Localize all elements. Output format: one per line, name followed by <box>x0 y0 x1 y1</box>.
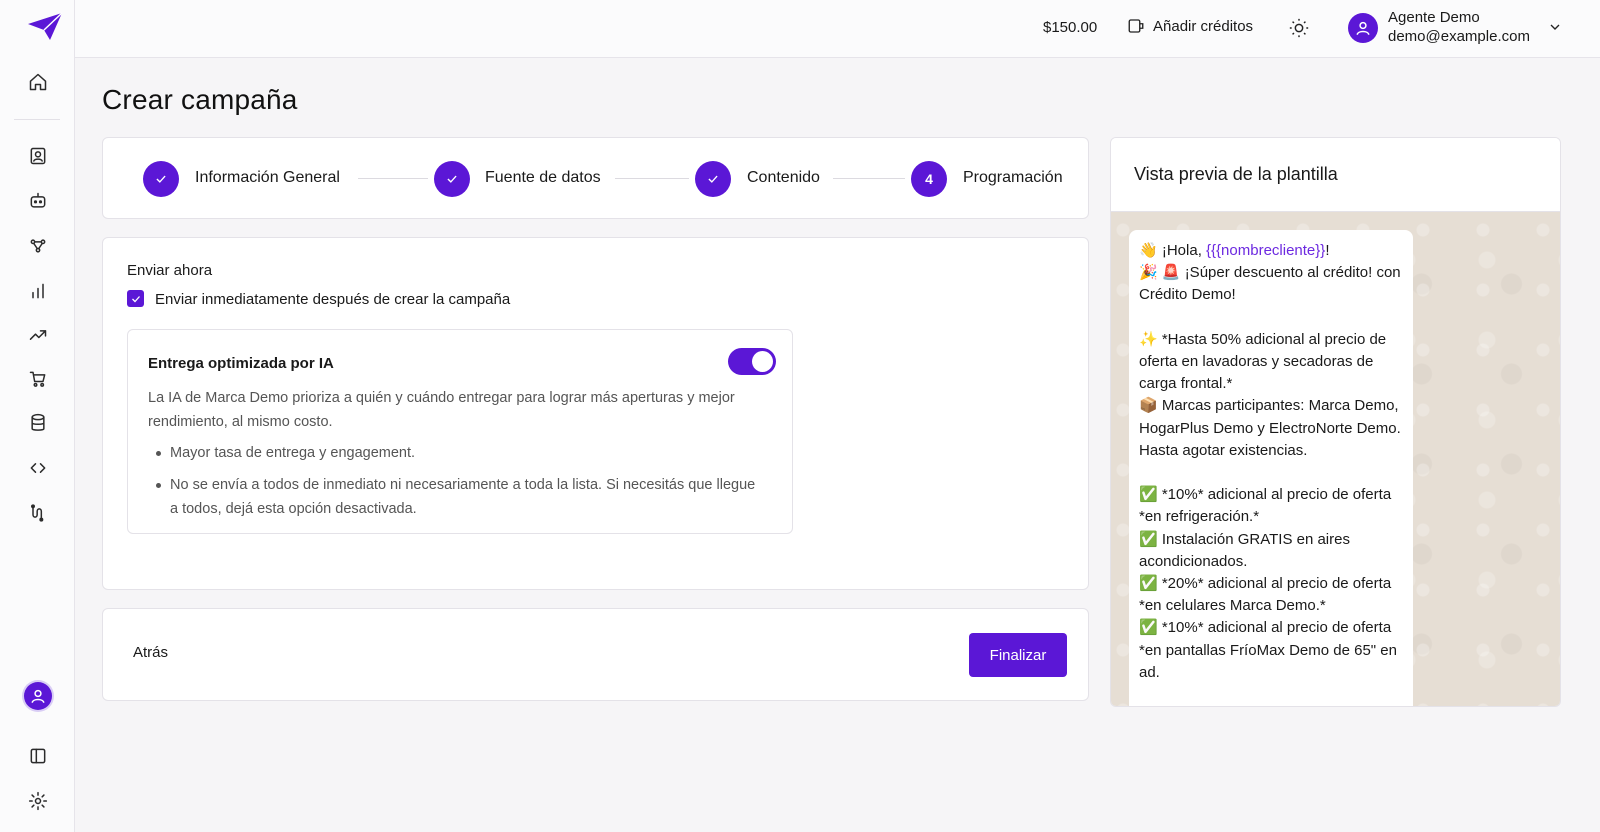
list-item: No se envía a todos de inmediato ni nece… <box>148 473 758 521</box>
finish-button[interactable]: Finalizar <box>969 633 1067 677</box>
flows-icon[interactable] <box>22 230 54 262</box>
page-title: Crear campaña <box>102 84 298 115</box>
bot-icon[interactable] <box>22 185 54 217</box>
back-button[interactable]: Atrás <box>133 644 168 661</box>
send-now-checkbox-label[interactable]: Enviar inmediatamente después de crear l… <box>155 291 510 308</box>
ai-delivery-box: Entrega optimizada por IA La IA de Marca… <box>127 329 793 534</box>
code-icon[interactable] <box>22 452 54 484</box>
user-email: demo@example.com <box>1388 28 1530 45</box>
profile-icon[interactable] <box>24 682 52 710</box>
step-1-check-icon[interactable] <box>143 161 179 197</box>
step-4-number[interactable]: 4 <box>911 161 947 197</box>
preview-title: Vista previa de la plantilla <box>1134 164 1338 184</box>
step-connector <box>833 178 905 179</box>
step-connector <box>358 178 428 179</box>
sidebar <box>0 0 75 832</box>
template-variable: {{{nombrecliente}} <box>1206 242 1326 259</box>
ai-delivery-bullets: Mayor tasa de entrega y engagement. No s… <box>148 441 758 529</box>
database-icon[interactable] <box>22 407 54 439</box>
wallet-icon <box>1128 19 1144 33</box>
step-2-label[interactable]: Fuente de datos <box>485 169 601 187</box>
list-item: Mayor tasa de entrega y engagement. <box>148 441 758 465</box>
panel-toggle-icon[interactable] <box>22 740 54 772</box>
settings-icon[interactable] <box>22 785 54 817</box>
logo-icon[interactable] <box>26 12 64 42</box>
ai-delivery-description: La IA de Marca Demo prioriza a quién y c… <box>148 390 735 430</box>
toggle-knob <box>752 351 773 372</box>
bar-chart-icon[interactable] <box>22 275 54 307</box>
add-credits-label: Añadir créditos <box>1153 17 1254 35</box>
top-header: $150.00 Añadir créditos Agente Demo demo… <box>75 0 1600 58</box>
chat-background: 👋 ¡Hola, {{{nombrecliente}}! 🎉 🚨 ¡Súper … <box>1111 212 1560 706</box>
step-2-check-icon[interactable] <box>434 161 470 197</box>
step-1-label[interactable]: Información General <box>195 169 340 187</box>
template-preview: Vista previa de la plantilla 👋 ¡Hola, {{… <box>1110 137 1561 707</box>
credit-balance: $150.00 <box>1043 19 1098 36</box>
step-3-label[interactable]: Contenido <box>747 169 820 187</box>
step-connector <box>615 178 689 179</box>
schedule-card: Enviar ahora Enviar inmediatamente despu… <box>102 237 1089 590</box>
ai-delivery-toggle[interactable] <box>728 348 776 375</box>
message-body: 🎉 🚨 ¡Súper descuento al crédito! con Cré… <box>1139 264 1401 681</box>
preview-header: Vista previa de la plantilla <box>1111 138 1560 212</box>
greeting-prefix: 👋 ¡Hola, <box>1139 242 1207 259</box>
user-avatar[interactable] <box>1348 13 1378 43</box>
user-name: Agente Demo <box>1388 9 1480 26</box>
home-icon[interactable] <box>22 66 54 98</box>
trending-icon[interactable] <box>22 319 54 351</box>
message-bubble: 👋 ¡Hola, {{{nombrecliente}}! 🎉 🚨 ¡Súper … <box>1129 230 1413 706</box>
cart-icon[interactable] <box>22 363 54 395</box>
integrations-icon[interactable] <box>22 497 54 529</box>
greeting-suffix: ! <box>1325 242 1330 259</box>
sidebar-separator <box>14 119 60 120</box>
theme-toggle-icon[interactable] <box>1288 17 1310 39</box>
step-4-label[interactable]: Programación <box>963 169 1063 187</box>
chevron-down-icon[interactable] <box>1547 19 1563 35</box>
step-3-check-icon[interactable] <box>695 161 731 197</box>
contacts-icon[interactable] <box>22 140 54 172</box>
campaign-stepper: Información General Fuente de datos Cont… <box>102 137 1089 219</box>
ai-delivery-title: Entrega optimizada por IA <box>148 355 334 372</box>
send-now-title: Enviar ahora <box>127 262 213 279</box>
actions-bar: Atrás Finalizar <box>102 608 1089 701</box>
add-credits-button[interactable]: Añadir créditos <box>1127 17 1253 35</box>
send-now-checkbox[interactable] <box>127 290 144 307</box>
